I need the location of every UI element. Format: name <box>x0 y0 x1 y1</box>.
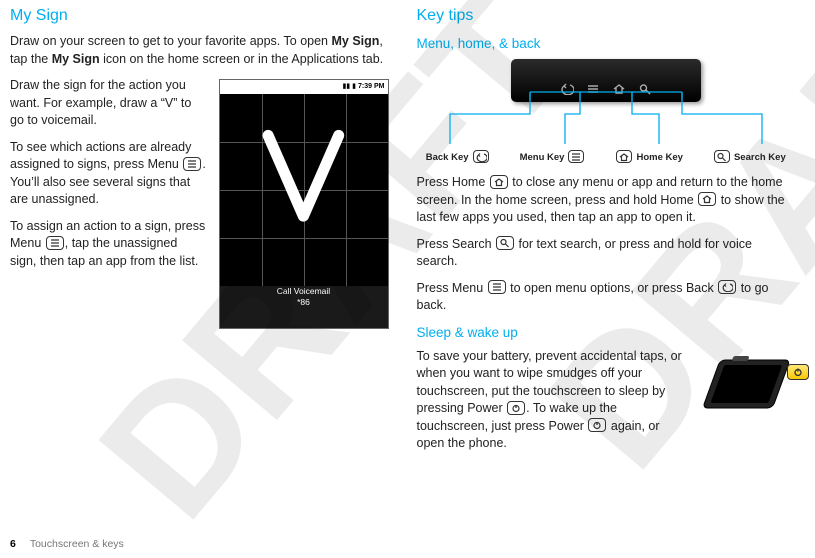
mysign-intro: Draw on your screen to get to your favor… <box>10 33 389 68</box>
power-button-badge <box>787 364 809 380</box>
menu-key-label: Menu Key <box>520 151 586 164</box>
home-key-icon <box>606 80 632 98</box>
status-time: 7:39 PM <box>358 82 384 92</box>
menu-back-paragraph: Press Menu to open menu options, or pres… <box>417 280 796 315</box>
gesture-caption: Call Voicemail *86 <box>220 286 388 328</box>
footer: 6 Touchscreen & keys <box>10 537 124 552</box>
left-column: My Sign Draw on your screen to get to yo… <box>10 5 389 505</box>
sleep-heading: Sleep & wake up <box>417 324 796 343</box>
phone-navbar <box>511 59 701 102</box>
status-bar: ▮▮ ▮ 7:39 PM <box>220 80 388 94</box>
right-column: Key tips Menu, home, & back Back Key <box>417 5 796 505</box>
search-paragraph: Press Search for text search, or press a… <box>417 236 796 271</box>
back-key-label: Back Key <box>426 151 490 164</box>
phone-side-illustration <box>695 352 795 422</box>
search-key-label: Search Key <box>713 151 786 164</box>
mysign-p3: To see which actions are already assigne… <box>10 139 207 209</box>
menu-key-icon <box>580 80 606 98</box>
home-icon <box>698 192 716 206</box>
home-icon <box>616 150 632 163</box>
power-icon <box>507 401 525 415</box>
search-icon <box>496 236 514 250</box>
power-icon <box>588 418 606 432</box>
sleep-paragraph: To save your battery, prevent accidental… <box>417 348 684 453</box>
search-icon <box>714 150 730 163</box>
menu-icon <box>488 280 506 294</box>
mysign-p2: Draw the sign for the action you want. F… <box>10 77 207 130</box>
home-paragraph: Press Home to close any menu or app and … <box>417 174 796 227</box>
back-key-icon <box>554 80 580 98</box>
search-key-icon <box>632 80 658 98</box>
menuhomeback-heading: Menu, home, & back <box>417 35 796 54</box>
battery-icon: ▮ <box>352 82 356 92</box>
navbar-figure: Back Key Menu Key Home Key Search Key <box>426 59 786 164</box>
menu-icon <box>46 236 64 250</box>
mysign-screenshot: ▮▮ ▮ 7:39 PM Call Voicemail <box>219 79 389 329</box>
menu-icon <box>183 157 201 171</box>
home-icon <box>490 175 508 189</box>
gesture-grid <box>220 94 388 286</box>
footer-section: Touchscreen & keys <box>30 537 124 552</box>
v-gesture-icon <box>253 123 354 229</box>
mysign-heading: My Sign <box>10 5 389 27</box>
mysign-p4: To assign an action to a sign, press Men… <box>10 218 207 271</box>
back-icon <box>473 150 489 163</box>
page-columns: My Sign Draw on your screen to get to yo… <box>10 5 795 505</box>
home-key-label: Home Key <box>615 151 682 164</box>
menu-icon <box>568 150 584 163</box>
keytips-heading: Key tips <box>417 5 796 27</box>
signal-icon: ▮▮ <box>342 82 350 92</box>
page-number: 6 <box>10 537 16 552</box>
back-icon <box>718 280 736 294</box>
